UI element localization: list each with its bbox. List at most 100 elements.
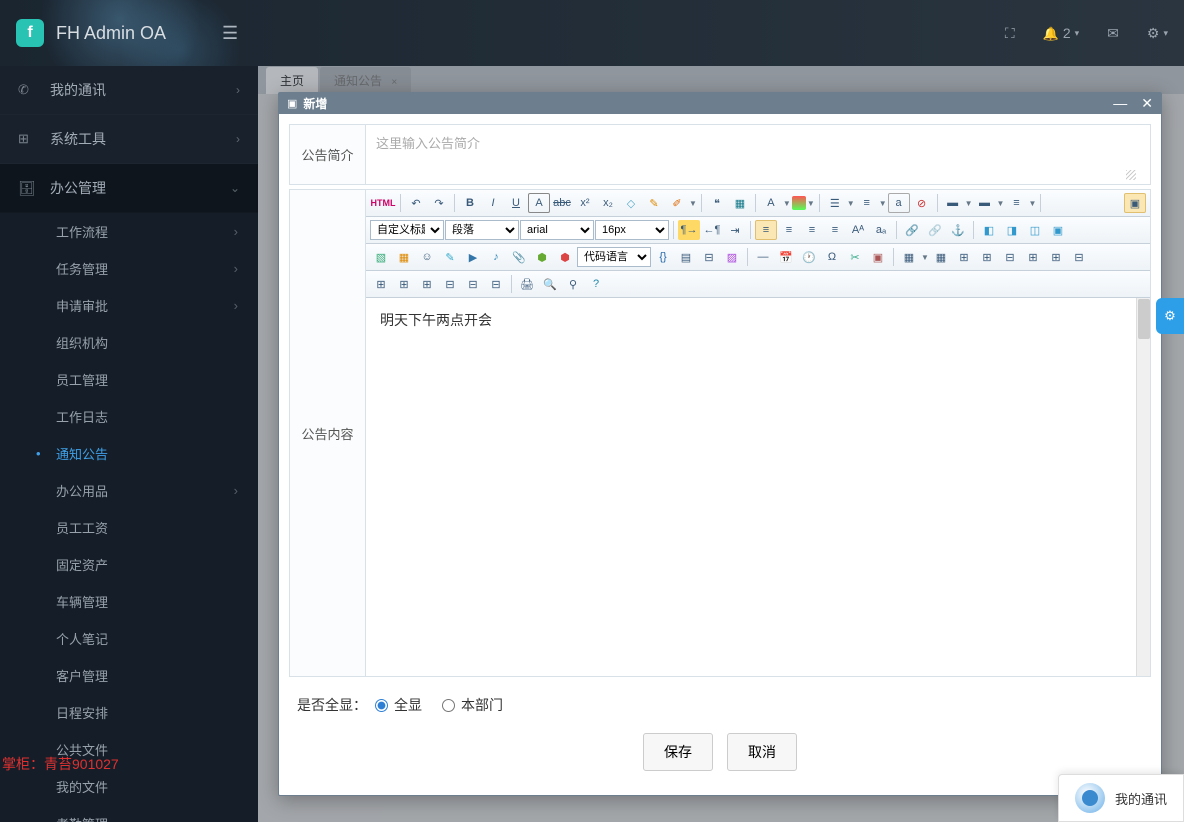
imgnone-icon[interactable]: ▣ — [1047, 220, 1069, 240]
align-center-icon[interactable]: ≡ — [778, 220, 800, 240]
eraser-icon[interactable]: ◇ — [620, 193, 642, 213]
codebrace-icon[interactable]: {} — [652, 247, 674, 267]
cancel-button[interactable]: 取消 — [727, 733, 797, 771]
imgright-icon[interactable]: ◨ — [1001, 220, 1023, 240]
align-right-icon[interactable]: ≡ — [801, 220, 823, 240]
settings-button[interactable]: ▾ — [1147, 25, 1168, 42]
snapscreen-icon[interactable]: ✂ — [844, 247, 866, 267]
font-select[interactable]: arial — [520, 220, 594, 240]
sidebar-sub-staff[interactable]: 员工管理 — [0, 361, 258, 398]
map-icon[interactable]: ⬢ — [531, 247, 553, 267]
dir-ltr-icon[interactable]: ¶→ — [678, 220, 700, 240]
formatpainter-dropdown[interactable]: ✐▼ — [666, 193, 697, 213]
editor-scrollbar[interactable] — [1136, 298, 1150, 676]
logo-badge[interactable]: f — [16, 19, 44, 47]
template-icon[interactable]: ▤ — [675, 247, 697, 267]
brush-icon[interactable]: ✎ — [643, 193, 665, 213]
sidebar-sub-tasks[interactable]: 任务管理 — [0, 250, 258, 287]
inscolright-icon[interactable]: ⊞ — [1045, 247, 1067, 267]
close-icon[interactable]: ✕ — [1141, 95, 1153, 112]
sidebar-sub-notice[interactable]: 通知公告 — [0, 435, 258, 472]
bgcolor-dropdown[interactable]: ▼ — [792, 196, 815, 210]
background-icon[interactable]: ▨ — [721, 247, 743, 267]
splitcols-icon[interactable]: ⊟ — [485, 274, 507, 294]
sidebar-sub-attendance[interactable]: 考勤管理 — [0, 805, 258, 822]
pagebreak-icon[interactable]: ⊟ — [698, 247, 720, 267]
date-icon[interactable]: 📅 — [775, 247, 797, 267]
radio-dept[interactable]: 本部门 — [442, 695, 503, 715]
touppercase-icon[interactable]: Aᴬ — [847, 220, 869, 240]
modal-titlebar[interactable]: ▣ 新增 — ✕ — [279, 93, 1161, 114]
imgcenter-icon[interactable]: ◫ — [1024, 220, 1046, 240]
anchor-icon[interactable]: ⚓ — [947, 220, 969, 240]
indent-icon[interactable]: ⇥ — [724, 220, 746, 240]
mergeright-icon[interactable]: ⊞ — [393, 274, 415, 294]
selectall-icon[interactable]: a — [888, 193, 910, 213]
underline-icon[interactable]: U — [505, 193, 527, 213]
chat-widget[interactable]: 我的通讯 — [1058, 774, 1184, 822]
mergecells-icon[interactable]: ⊞ — [370, 274, 392, 294]
fullscreen-icon[interactable] — [1005, 25, 1015, 42]
superscript-icon[interactable]: x² — [574, 193, 596, 213]
delcol-icon[interactable]: ⊟ — [1068, 247, 1090, 267]
italic-icon[interactable]: I — [482, 193, 504, 213]
scrollbar-thumb[interactable] — [1138, 299, 1150, 339]
gmap-icon[interactable]: ⬢ — [554, 247, 576, 267]
video-icon[interactable]: ▶ — [462, 247, 484, 267]
rowspacing2-dropdown[interactable]: ▬▼ — [974, 193, 1005, 213]
minimize-icon[interactable]: — — [1113, 95, 1127, 112]
scrawl-icon[interactable]: ✎ — [439, 247, 461, 267]
splitcells-icon[interactable]: ⊟ — [439, 274, 461, 294]
sidebar-item-systools[interactable]: 系统工具 › — [0, 115, 258, 164]
preview-icon[interactable]: 🔍 — [539, 274, 561, 294]
hr-icon[interactable]: — — [752, 247, 774, 267]
html-icon[interactable]: HTML — [370, 193, 396, 213]
fullscreen-editor-icon[interactable]: ▣ — [1124, 193, 1146, 213]
help-icon[interactable]: ? — [585, 274, 607, 294]
rowspacing-dropdown[interactable]: ▬▼ — [942, 193, 973, 213]
sidebar-sub-assets[interactable]: 固定资产 — [0, 546, 258, 583]
print-icon[interactable]: 🖨 — [516, 274, 538, 294]
attach-icon[interactable]: 📎 — [508, 247, 530, 267]
strike-icon[interactable]: abc — [551, 193, 573, 213]
fontsize-select[interactable]: 16px — [595, 220, 669, 240]
lineheight-dropdown[interactable]: ≡▼ — [1005, 193, 1036, 213]
save-button[interactable]: 保存 — [643, 733, 713, 771]
radio-dept-input[interactable] — [442, 699, 455, 712]
deltable-icon[interactable]: ▦ — [930, 247, 952, 267]
code-icon[interactable]: ▦ — [729, 193, 751, 213]
codelang-select[interactable]: 代码语言 — [577, 247, 651, 267]
ul-dropdown[interactable]: ≡▼ — [856, 193, 887, 213]
tolowercase-icon[interactable]: aₐ — [870, 220, 892, 240]
sidebar-sub-salary[interactable]: 员工工资 — [0, 509, 258, 546]
radio-all[interactable]: 全显 — [375, 695, 422, 715]
delrow-icon[interactable]: ⊟ — [999, 247, 1021, 267]
inscolleft-icon[interactable]: ⊞ — [1022, 247, 1044, 267]
music-icon[interactable]: ♪ — [485, 247, 507, 267]
time-icon[interactable]: 🕐 — [798, 247, 820, 267]
font-icon[interactable]: A — [528, 193, 550, 213]
insrowdown-icon[interactable]: ⊞ — [976, 247, 998, 267]
sidebar-sub-supplies[interactable]: 办公用品 — [0, 472, 258, 509]
sidebar-sub-customer[interactable]: 客户管理 — [0, 657, 258, 694]
emoji-icon[interactable]: ☺ — [416, 247, 438, 267]
undo-icon[interactable]: ↶ — [405, 193, 427, 213]
sidebar-sub-workflow[interactable]: 工作流程 — [0, 213, 258, 250]
sidebar-sub-worklog[interactable]: 工作日志 — [0, 398, 258, 435]
heading-select[interactable]: 自定义标题 — [370, 220, 444, 240]
sidebar-sub-schedule[interactable]: 日程安排 — [0, 694, 258, 731]
resize-grip-icon[interactable] — [1126, 170, 1136, 180]
sidebar-sub-approval[interactable]: 申请审批 — [0, 287, 258, 324]
menu-toggle-icon[interactable]: ☰ — [222, 23, 238, 44]
splitrows-icon[interactable]: ⊟ — [462, 274, 484, 294]
sidebar-sub-notes[interactable]: 个人笔记 — [0, 620, 258, 657]
mail-icon[interactable] — [1107, 25, 1119, 42]
sidebar-item-contacts[interactable]: 我的通讯 › — [0, 66, 258, 115]
redo-icon[interactable]: ↷ — [428, 193, 450, 213]
notifications-button[interactable]: 2 ▾ — [1043, 25, 1080, 42]
image-multi-icon[interactable]: ▦ — [393, 247, 415, 267]
subscript-icon[interactable]: x₂ — [597, 193, 619, 213]
image-single-icon[interactable]: ▧ — [370, 247, 392, 267]
align-justify-icon[interactable]: ≡ — [824, 220, 846, 240]
settings-side-tab[interactable] — [1156, 298, 1184, 334]
